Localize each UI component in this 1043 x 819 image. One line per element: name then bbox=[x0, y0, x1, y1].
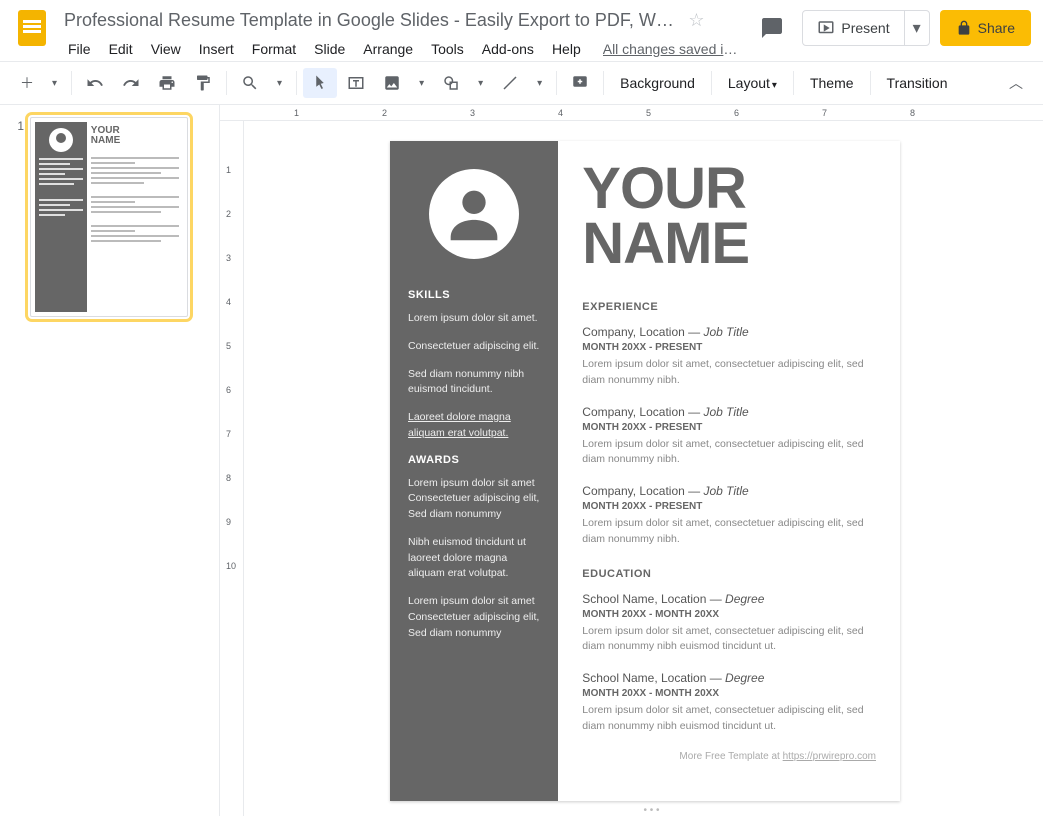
comments-button[interactable] bbox=[752, 8, 792, 48]
share-button[interactable]: Share bbox=[940, 10, 1031, 46]
shape-dropdown[interactable]: ▾ bbox=[468, 72, 491, 95]
doc-title[interactable]: Professional Resume Template in Google S… bbox=[60, 8, 678, 33]
skills-item[interactable]: Laoreet dolore magna aliquam erat volutp… bbox=[408, 410, 540, 442]
menu-view[interactable]: View bbox=[143, 37, 189, 61]
new-slide-button[interactable]: ＋ bbox=[12, 67, 42, 99]
menu-arrange[interactable]: Arrange bbox=[355, 37, 421, 61]
menu-tools[interactable]: Tools bbox=[423, 37, 472, 61]
toolbar: ＋ ▾ ▾ ▾ ▾ ▾ Background Layout▾ Theme Tra… bbox=[0, 61, 1043, 105]
separator bbox=[603, 71, 604, 95]
awards-heading[interactable]: AWARDS bbox=[408, 454, 540, 466]
present-label: Present bbox=[841, 20, 889, 36]
comment-tool[interactable] bbox=[563, 68, 597, 98]
thumb-number: 1 bbox=[10, 117, 30, 317]
resume-footer[interactable]: More Free Template at https://prwirepro.… bbox=[582, 751, 876, 762]
slide-canvas[interactable]: SKILLS Lorem ipsum dolor sit amet. Conse… bbox=[390, 141, 900, 801]
separator bbox=[870, 71, 871, 95]
menu-addons[interactable]: Add-ons bbox=[474, 37, 542, 61]
header-bar: Professional Resume Template in Google S… bbox=[0, 0, 1043, 61]
menu-file[interactable]: File bbox=[60, 37, 99, 61]
menu-insert[interactable]: Insert bbox=[191, 37, 242, 61]
separator bbox=[296, 71, 297, 95]
explore-handle-icon[interactable]: • • • bbox=[260, 801, 1043, 816]
new-slide-dropdown[interactable]: ▾ bbox=[42, 72, 65, 95]
shape-tool[interactable] bbox=[434, 68, 468, 98]
image-tool[interactable] bbox=[375, 68, 409, 98]
share-label: Share bbox=[978, 20, 1015, 36]
header-right: Present ▾ Share bbox=[752, 8, 1031, 48]
textbox-tool[interactable] bbox=[339, 68, 373, 98]
theme-button[interactable]: Theme bbox=[800, 69, 864, 97]
awards-item[interactable]: Lorem ipsum dolor sit amet Consectetuer … bbox=[408, 476, 540, 523]
resume-name[interactable]: YOURNAME bbox=[582, 161, 876, 271]
resume-main[interactable]: YOURNAME EXPERIENCE Company, Location — … bbox=[558, 141, 900, 801]
experience-heading[interactable]: EXPERIENCE bbox=[582, 301, 876, 313]
filmstrip[interactable]: 1 YOURNAME bbox=[0, 105, 220, 816]
save-status[interactable]: All changes saved in … bbox=[603, 41, 743, 57]
awards-item[interactable]: Nibh euismod tincidunt ut laoreet dolore… bbox=[408, 535, 540, 582]
star-icon[interactable]: ☆ bbox=[688, 10, 704, 30]
workspace: 1 YOURNAME bbox=[0, 105, 1043, 816]
collapse-toolbar-icon[interactable]: ︿ bbox=[1001, 67, 1031, 99]
experience-entry[interactable]: Company, Location — Job Title MONTH 20XX… bbox=[582, 484, 876, 548]
zoom-button[interactable] bbox=[233, 68, 267, 98]
education-heading[interactable]: EDUCATION bbox=[582, 568, 876, 580]
slides-logo-icon[interactable] bbox=[12, 8, 52, 48]
separator bbox=[226, 71, 227, 95]
slide-thumbnail-wrap: 1 YOURNAME bbox=[0, 117, 219, 317]
skills-heading[interactable]: SKILLS bbox=[408, 289, 540, 301]
image-dropdown[interactable]: ▾ bbox=[409, 72, 432, 95]
experience-entry[interactable]: Company, Location — Job Title MONTH 20XX… bbox=[582, 405, 876, 469]
separator bbox=[793, 71, 794, 95]
transition-button[interactable]: Transition bbox=[877, 69, 958, 97]
redo-button[interactable] bbox=[114, 68, 148, 98]
title-area: Professional Resume Template in Google S… bbox=[60, 8, 752, 61]
undo-button[interactable] bbox=[78, 68, 112, 98]
line-tool[interactable] bbox=[493, 68, 527, 98]
avatar-placeholder-icon[interactable] bbox=[429, 169, 519, 259]
skills-item[interactable]: Sed diam nonummy nibh euismod tincidunt. bbox=[408, 367, 540, 399]
education-entry[interactable]: School Name, Location — Degree MONTH 20X… bbox=[582, 592, 876, 656]
zoom-dropdown[interactable]: ▾ bbox=[267, 72, 290, 95]
menu-edit[interactable]: Edit bbox=[101, 37, 141, 61]
present-dropdown[interactable]: ▾ bbox=[904, 11, 929, 45]
skills-item[interactable]: Lorem ipsum dolor sit amet. bbox=[408, 311, 540, 327]
layout-button[interactable]: Layout▾ bbox=[718, 69, 787, 97]
paint-format-button[interactable] bbox=[186, 68, 220, 98]
skills-item[interactable]: Consectetuer adipiscing elit. bbox=[408, 339, 540, 355]
separator bbox=[556, 71, 557, 95]
select-tool[interactable] bbox=[303, 68, 337, 98]
separator bbox=[71, 71, 72, 95]
awards-item[interactable]: Lorem ipsum dolor sit amet Consectetuer … bbox=[408, 594, 540, 641]
vertical-ruler: 12345678910 bbox=[220, 121, 244, 816]
separator bbox=[711, 71, 712, 95]
horizontal-ruler: 12345678 bbox=[220, 105, 1043, 121]
present-button-group: Present ▾ bbox=[802, 10, 929, 46]
menu-help[interactable]: Help bbox=[544, 37, 589, 61]
print-button[interactable] bbox=[150, 68, 184, 98]
resume-sidebar[interactable]: SKILLS Lorem ipsum dolor sit amet. Conse… bbox=[390, 141, 558, 801]
menu-format[interactable]: Format bbox=[244, 37, 304, 61]
experience-entry[interactable]: Company, Location — Job Title MONTH 20XX… bbox=[582, 325, 876, 389]
canvas-area[interactable]: 12345678 12345678910 SKILLS Lorem ipsum … bbox=[220, 105, 1043, 816]
line-dropdown[interactable]: ▾ bbox=[527, 72, 550, 95]
menu-slide[interactable]: Slide bbox=[306, 37, 353, 61]
background-button[interactable]: Background bbox=[610, 69, 705, 97]
education-entry[interactable]: School Name, Location — Degree MONTH 20X… bbox=[582, 671, 876, 735]
menu-bar: File Edit View Insert Format Slide Arran… bbox=[60, 37, 752, 61]
present-button[interactable]: Present bbox=[803, 11, 903, 45]
slide-thumbnail-1[interactable]: YOURNAME bbox=[30, 117, 188, 317]
